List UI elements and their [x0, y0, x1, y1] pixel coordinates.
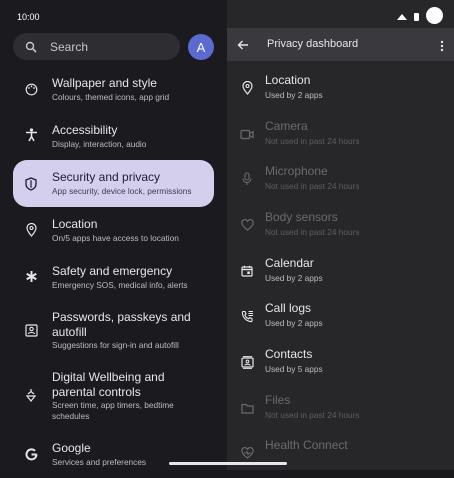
- menu-item-title-line2: autofill: [52, 325, 87, 339]
- menu-item-subtitle: Emergency SOS, medical info, alerts: [52, 280, 188, 290]
- permission-item-files[interactable]: Files Not used in past 24 hours: [227, 393, 454, 433]
- menu-item-title-line2: parental controls: [52, 385, 141, 399]
- microphone-icon: [240, 172, 254, 186]
- asterisk-icon: [23, 268, 39, 284]
- palette-icon: [23, 81, 39, 97]
- signal-icon: [397, 14, 407, 20]
- call-log-icon: [240, 309, 254, 323]
- menu-item-title: Safety and emergency: [52, 264, 173, 278]
- menu-item-title: Passwords, passkeys and: [52, 310, 191, 324]
- menu-item-accessibility[interactable]: Accessibility Display, interaction, audi…: [13, 119, 214, 153]
- status-time: 10:00: [17, 12, 40, 22]
- permission-title: Camera: [265, 119, 308, 133]
- permission-item-body-sensors[interactable]: Body sensors Not used in past 24 hours: [227, 210, 454, 250]
- permission-title: Contacts: [265, 347, 313, 361]
- menu-item-subtitle: App security, device lock, permissions: [52, 186, 192, 196]
- folder-icon: [240, 401, 254, 415]
- page-title: Privacy dashboard: [267, 38, 359, 50]
- person-card-icon: [23, 322, 39, 338]
- permission-title: Location: [265, 73, 311, 87]
- camera-cutout-icon: [426, 7, 443, 24]
- permission-subtitle: Used by 5 apps: [265, 364, 323, 374]
- menu-item-safety-emergency[interactable]: Safety and emergency Emergency SOS, medi…: [13, 260, 214, 294]
- search-icon: [25, 41, 37, 53]
- menu-item-passwords[interactable]: Passwords, passkeys and autofill Suggest…: [13, 306, 214, 354]
- menu-item-subtitle: Screen time, app timers, bedtime: [52, 400, 174, 410]
- menu-item-title: Accessibility: [52, 123, 118, 137]
- permission-subtitle: Not used in past 24 hours: [265, 136, 360, 146]
- menu-item-location[interactable]: Location On/5 apps have access to locati…: [13, 213, 214, 247]
- permission-title: Files: [265, 393, 291, 407]
- account-avatar[interactable]: A: [188, 34, 214, 60]
- menu-item-title: Google: [52, 441, 91, 455]
- permission-subtitle: Not used in past 24 hours: [265, 227, 360, 237]
- health-icon: [240, 446, 254, 460]
- location-pin-icon: [240, 81, 254, 95]
- permission-title: Body sensors: [265, 210, 338, 224]
- heart-icon: [240, 218, 254, 232]
- menu-item-subtitle: Colours, themed icons, app grid: [52, 92, 170, 102]
- permission-title: Calendar: [265, 256, 314, 270]
- permission-subtitle: Used by 2 apps: [265, 273, 323, 283]
- battery-icon: [414, 13, 419, 21]
- search-label: Search: [50, 39, 89, 54]
- location-pin-icon: [23, 222, 39, 238]
- menu-item-title: Digital Wellbeing and: [52, 370, 165, 384]
- accessibility-icon: [23, 127, 39, 143]
- permission-item-health-connect[interactable]: Health Connect: [227, 438, 454, 478]
- menu-item-subtitle: Display, interaction, audio: [52, 139, 147, 149]
- shield-icon: [23, 176, 39, 192]
- permission-subtitle: Used by 2 apps: [265, 318, 323, 328]
- permission-subtitle: Used by 2 apps: [265, 90, 323, 100]
- status-icons: [227, 6, 454, 30]
- menu-item-security-privacy[interactable]: Security and privacy App security, devic…: [13, 160, 214, 207]
- privacy-dashboard-header: Privacy dashboard: [227, 28, 454, 61]
- google-icon: [23, 446, 39, 462]
- permission-item-location[interactable]: Location Used by 2 apps: [227, 73, 454, 113]
- permission-subtitle: Not used in past 24 hours: [265, 410, 360, 420]
- menu-item-digital-wellbeing[interactable]: Digital Wellbeing and parental controls …: [13, 366, 214, 426]
- menu-item-title: Location: [52, 217, 98, 231]
- menu-item-wallpaper[interactable]: Wallpaper and style Colours, themed icon…: [13, 72, 214, 106]
- permission-title: Call logs: [265, 301, 312, 315]
- menu-item-subtitle: On/5 apps have access to location: [52, 233, 179, 243]
- menu-item-subtitle: Suggestions for sign-in and autofill: [52, 340, 179, 350]
- permission-title: Health Connect: [265, 438, 348, 452]
- back-arrow-icon[interactable]: [237, 38, 249, 50]
- permission-item-calendar[interactable]: Calendar Used by 2 apps: [227, 256, 454, 296]
- menu-item-title: Wallpaper and style: [52, 76, 157, 90]
- wellbeing-icon: [23, 387, 39, 403]
- permission-item-contacts[interactable]: Contacts Used by 5 apps: [227, 347, 454, 387]
- permission-item-call-logs[interactable]: Call logs Used by 2 apps: [227, 301, 454, 341]
- menu-item-title: Security and privacy: [52, 170, 161, 184]
- permission-item-microphone[interactable]: Microphone Not used in past 24 hours: [227, 164, 454, 204]
- search-bar[interactable]: Search: [13, 33, 180, 60]
- menu-item-subtitle-line2: schedules: [52, 411, 90, 421]
- more-options-icon[interactable]: [440, 39, 444, 52]
- camera-icon: [240, 127, 254, 141]
- menu-item-google[interactable]: Google Services and preferences: [13, 437, 214, 471]
- permission-title: Microphone: [265, 164, 328, 178]
- gesture-nav-handle[interactable]: [169, 462, 287, 465]
- menu-item-subtitle: Services and preferences: [52, 457, 147, 467]
- permission-subtitle: Not used in past 24 hours: [265, 181, 360, 191]
- contacts-icon: [240, 355, 254, 369]
- permission-item-camera[interactable]: Camera Not used in past 24 hours: [227, 119, 454, 159]
- calendar-icon: [240, 264, 254, 278]
